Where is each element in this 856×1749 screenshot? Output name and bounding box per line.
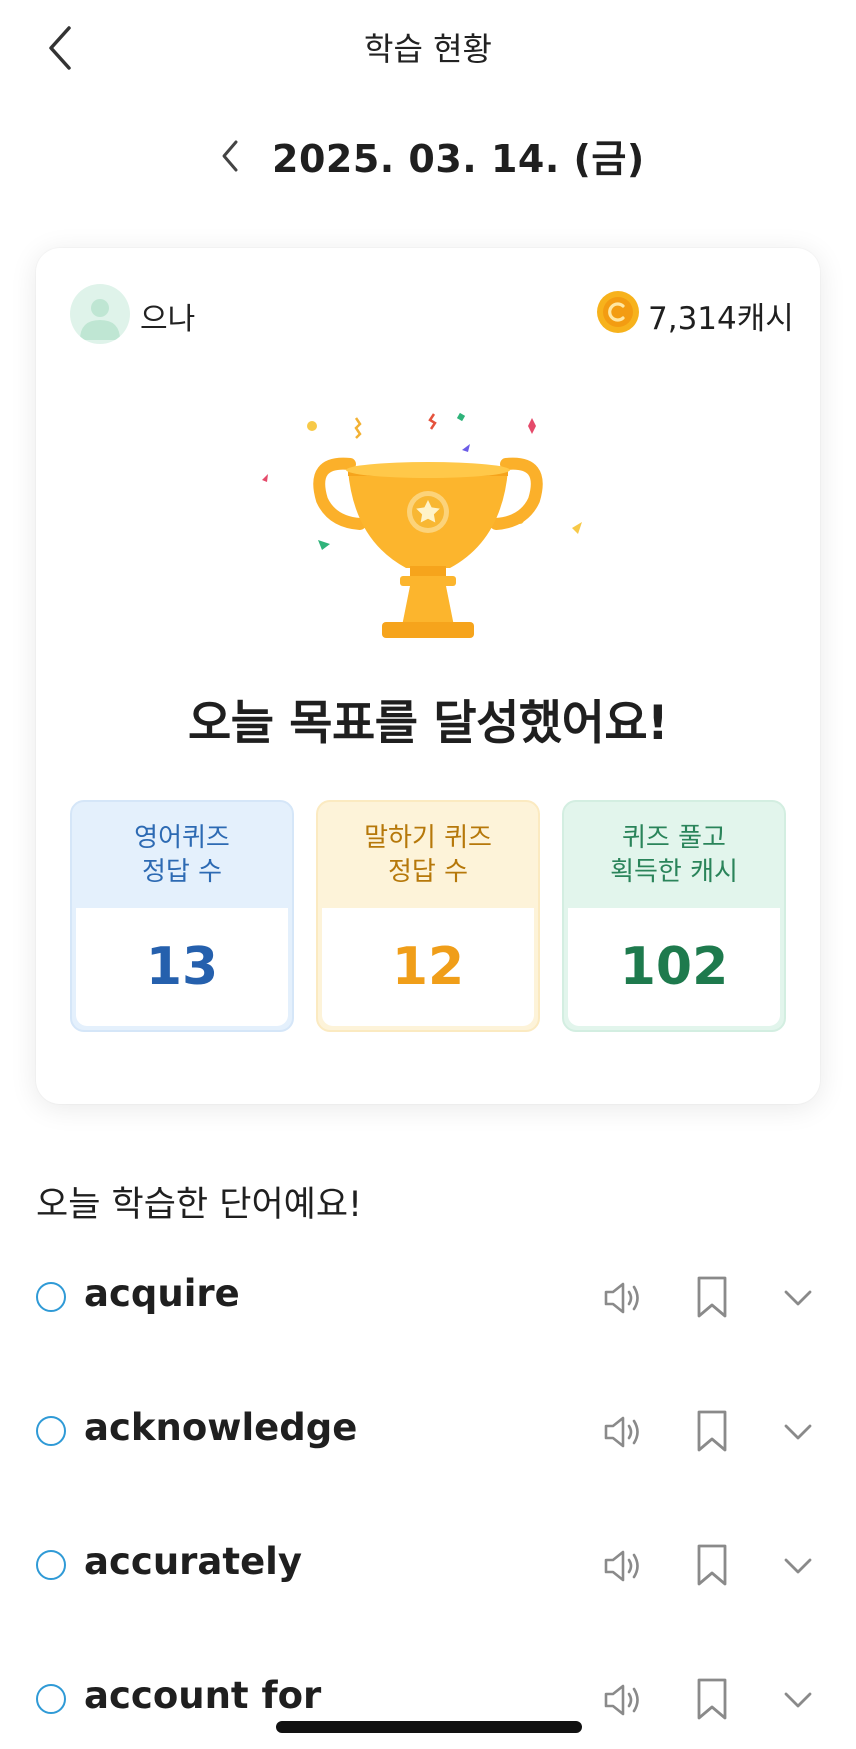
english-quiz-correct-stat: 영어퀴즈 정답 수 13 [70, 800, 294, 1032]
earned-cash-stat: 퀴즈 풀고 획득한 캐시 102 [562, 800, 786, 1032]
chevron-left-icon [222, 140, 238, 172]
speaking-quiz-correct-stat: 말하기 퀴즈 정답 수 12 [316, 800, 540, 1032]
word-row[interactable]: acknowledge [0, 1386, 856, 1476]
word-text: accurately [84, 1540, 302, 1583]
stat-label-line2: 정답 수 [387, 857, 469, 887]
page-title: 학습 현황 [364, 30, 492, 68]
stat-label-line2: 정답 수 [141, 857, 223, 887]
stat-value: 12 [322, 908, 534, 1026]
chevron-down-icon[interactable] [778, 1682, 818, 1718]
bookmark-icon[interactable] [692, 1408, 732, 1454]
current-date: 2025. 03. 14. (금) [272, 137, 645, 181]
stat-label-line1: 퀴즈 풀고 [622, 823, 726, 853]
avatar [70, 284, 130, 344]
words-section-title: 오늘 학습한 단어예요! [36, 1185, 363, 1225]
trophy-icon [262, 412, 582, 638]
speaker-icon[interactable] [600, 1410, 644, 1454]
coin-c-icon [597, 291, 639, 333]
bookmark-icon[interactable] [692, 1542, 732, 1588]
chevron-down-icon[interactable] [778, 1548, 818, 1584]
previous-date-button[interactable] [210, 128, 250, 184]
chevron-down-icon[interactable] [778, 1280, 818, 1316]
stat-label-line1: 말하기 퀴즈 [364, 823, 492, 853]
word-row[interactable]: accurately [0, 1520, 856, 1610]
stat-label-line1: 영어퀴즈 [134, 823, 230, 853]
cash-balance: 7,314캐시 [648, 301, 794, 337]
word-text: acknowledge [84, 1406, 358, 1449]
bookmark-icon[interactable] [692, 1274, 732, 1320]
chevron-down-icon[interactable] [778, 1414, 818, 1450]
speaker-icon[interactable] [600, 1276, 644, 1320]
user-name: 으나 [140, 302, 196, 337]
goal-achieved-message: 오늘 목표를 달성했어요! [187, 696, 669, 751]
word-text: acquire [84, 1272, 240, 1315]
stat-value: 13 [76, 908, 288, 1026]
word-check-circle[interactable] [36, 1416, 66, 1446]
bookmark-icon[interactable] [692, 1676, 732, 1722]
word-check-circle[interactable] [36, 1684, 66, 1714]
stat-label-line2: 획득한 캐시 [610, 857, 738, 887]
word-text: account for [84, 1674, 322, 1717]
stat-value: 102 [568, 908, 780, 1026]
word-check-circle[interactable] [36, 1550, 66, 1580]
word-check-circle[interactable] [36, 1282, 66, 1312]
word-row[interactable]: acquire [0, 1252, 856, 1342]
speaker-icon[interactable] [600, 1544, 644, 1588]
speaker-icon[interactable] [600, 1678, 644, 1722]
home-indicator[interactable] [276, 1721, 582, 1733]
